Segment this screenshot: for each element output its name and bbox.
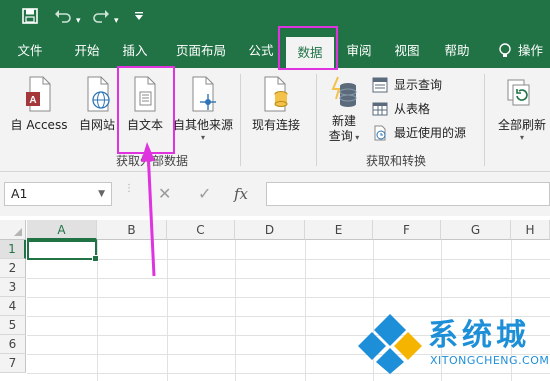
watermark-subtitle: XITONGCHENG.COM	[430, 354, 550, 367]
watermark: 系统城 XITONGCHENG.COM	[356, 306, 550, 378]
watermark-logo	[358, 314, 422, 374]
watermark-title: 系统城	[428, 318, 530, 353]
